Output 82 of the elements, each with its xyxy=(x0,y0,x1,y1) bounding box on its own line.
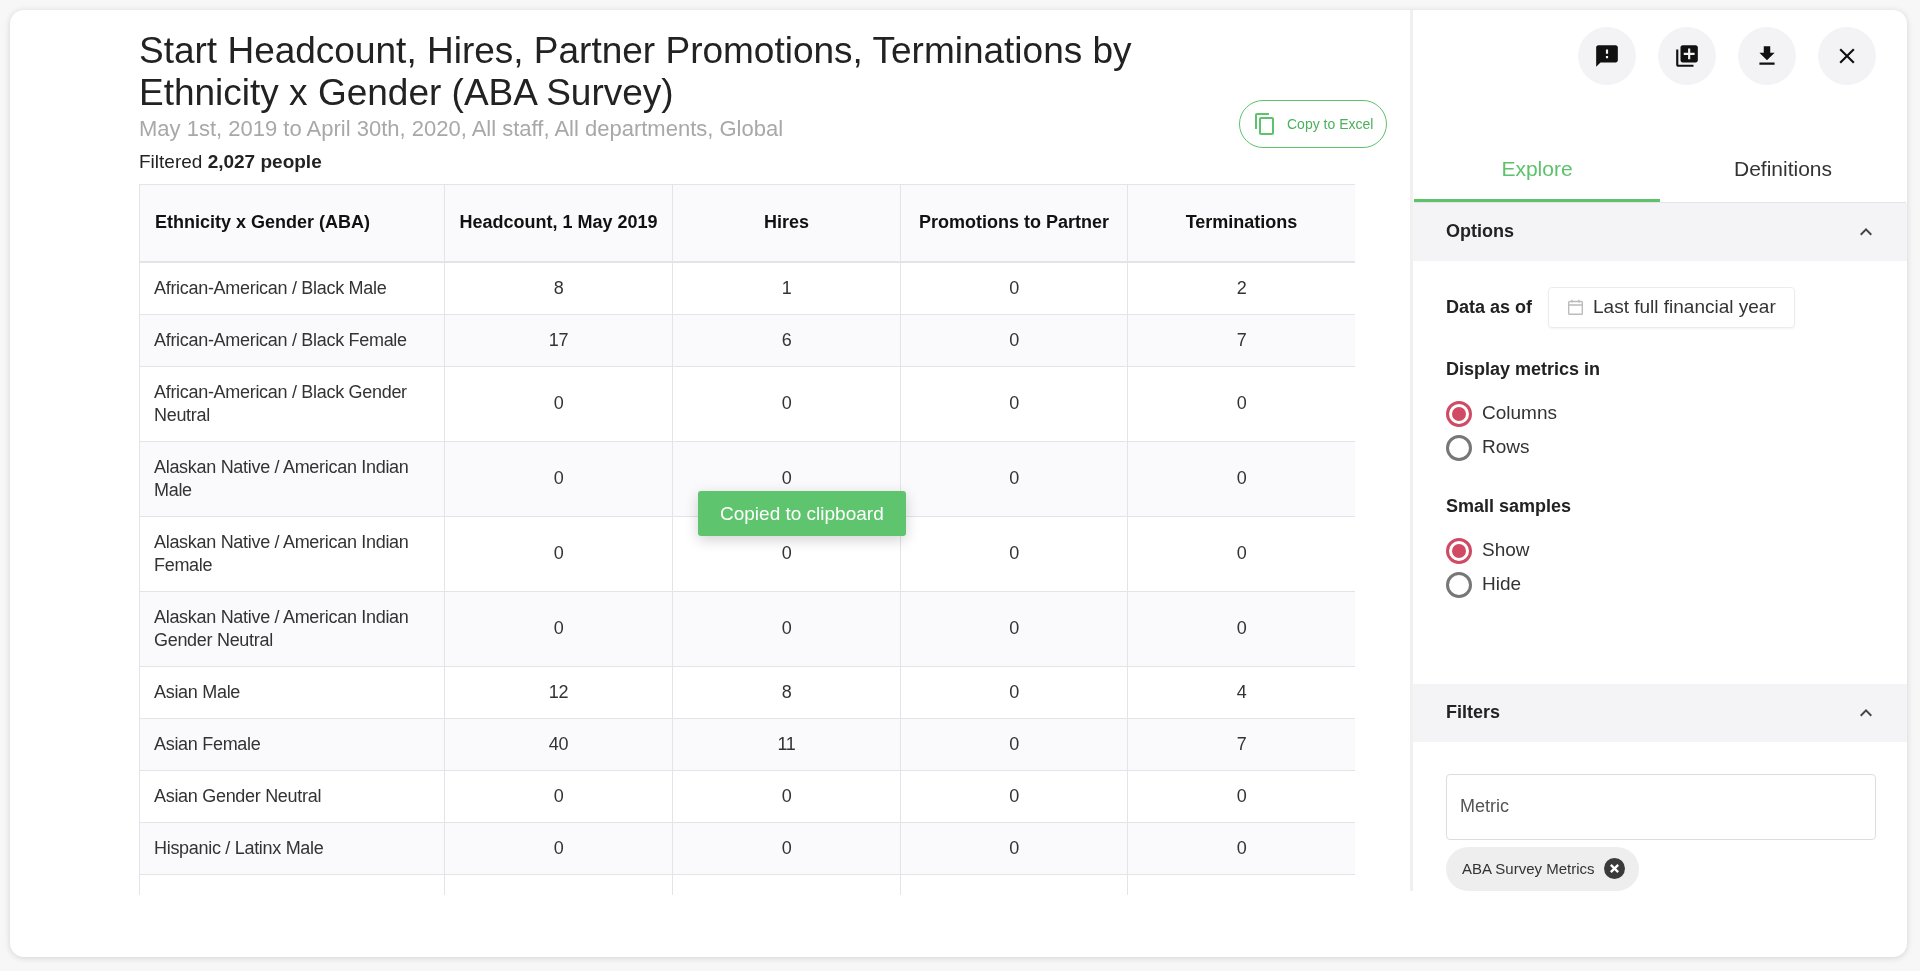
metric-field[interactable]: Metric xyxy=(1446,774,1876,840)
table-cell: 0 xyxy=(1009,618,1019,638)
add-icon xyxy=(1674,43,1700,69)
table-cell: Asian Male xyxy=(154,681,241,702)
table-cell: Alaskan Native / American Indian Female xyxy=(154,531,409,575)
table-cell: 12 xyxy=(548,681,569,702)
table-cell: 7 xyxy=(1236,329,1247,350)
table-cell: African-American / Black Female xyxy=(154,329,407,350)
table-cell: 0 xyxy=(553,785,564,806)
date-picker[interactable]: Last full financial year xyxy=(1548,286,1795,328)
table-cell: 0 xyxy=(1009,468,1019,488)
table-cell: 0 xyxy=(1236,393,1247,413)
table-cell: 0 xyxy=(553,618,564,638)
radio-option[interactable]: Hide xyxy=(1446,567,1522,602)
table-cell: African-American / Black Male xyxy=(154,277,387,298)
table-cell: 0 xyxy=(1009,733,1019,754)
table-cell: 0 xyxy=(781,468,792,488)
column-header: Terminations xyxy=(1127,184,1355,262)
table-cell: 0 xyxy=(1009,785,1019,806)
table-cell: Asian Female xyxy=(154,733,261,754)
filters-header[interactable]: Filters xyxy=(1413,684,1907,742)
option-group-label: Display metrics in xyxy=(1446,357,1602,381)
table-cell: Hispanic / Latinx Male xyxy=(154,837,324,858)
table-cell: 0 xyxy=(1236,543,1247,563)
calendar-icon xyxy=(1567,297,1585,317)
table-cell: Alaskan Native / American Indian Gender Neutral xyxy=(154,606,409,650)
options-header[interactable]: Options xyxy=(1413,203,1907,261)
table-cell: 1 xyxy=(781,277,792,298)
table-cell: 6 xyxy=(781,329,792,350)
column-header: Promotions to Partner xyxy=(900,184,1128,262)
radio-button[interactable] xyxy=(1446,571,1472,598)
table-cell: 0 xyxy=(1236,785,1247,806)
table-cell: 0 xyxy=(781,618,792,638)
column-header: Ethnicity x Gender (ABA) xyxy=(139,184,445,262)
table-cell: 0 xyxy=(553,837,564,858)
table-cell: 40 xyxy=(548,733,569,754)
remove-icon[interactable] xyxy=(1603,858,1625,880)
table-cell: 0 xyxy=(553,393,564,413)
radio-option[interactable]: Rows xyxy=(1446,430,1530,465)
table-cell: 0 xyxy=(1009,837,1019,858)
radio-option[interactable]: Columns xyxy=(1446,396,1557,431)
table-cell: 0 xyxy=(1009,393,1019,413)
report-title: Start Headcount, Hires, Partner Promotions, Terminations by Ethnicity x Gender (ABA Survey) xyxy=(139,30,1133,114)
table-cell: 2 xyxy=(1236,277,1247,298)
table-cell: 8 xyxy=(781,681,792,702)
radio-button[interactable] xyxy=(1446,537,1472,564)
table-cell: 17 xyxy=(548,329,569,350)
radio-option[interactable]: Show xyxy=(1446,533,1530,568)
copied-toast: Copied to clipboard xyxy=(698,490,906,536)
radio-button[interactable] xyxy=(1446,434,1472,461)
clipboard-icon xyxy=(1253,112,1277,136)
table-cell: 0 xyxy=(1009,681,1019,702)
table-cell: 0 xyxy=(781,543,792,563)
table-cell: 0 xyxy=(1236,468,1247,488)
data-as-of-label: Data as of xyxy=(1446,295,1533,319)
table-cell: 0 xyxy=(781,393,792,413)
table-cell: 0 xyxy=(781,785,792,806)
table-cell: 0 xyxy=(1236,837,1247,858)
table-cell: 0 xyxy=(1236,618,1247,638)
filtered-count: 2,027 people xyxy=(207,151,322,172)
report-subtitle: May 1st, 2019 to April 30th, 2020, All staff, All departments, Global xyxy=(139,115,785,143)
table-cell: Asian Gender Neutral xyxy=(154,785,322,806)
radio-button[interactable] xyxy=(1446,400,1472,427)
column-header: Hires xyxy=(672,184,901,262)
feedback-icon xyxy=(1594,43,1620,69)
table-cell: 0 xyxy=(1009,277,1019,298)
table-cell: 7 xyxy=(1236,733,1247,754)
table-cell: 0 xyxy=(1009,543,1019,563)
table-cell: 4 xyxy=(1236,681,1247,702)
table-cell: 8 xyxy=(553,277,564,298)
table-cell: African-American / Black Gender Neutral xyxy=(154,381,407,425)
filter-chip[interactable]: ABA Survey Metrics xyxy=(1446,847,1639,891)
filtered-label: Filtered xyxy=(139,151,203,172)
table-cell: Alaskan Native / American Indian Male xyxy=(154,456,409,500)
table-cell: 0 xyxy=(553,543,564,563)
table-cell: 0 xyxy=(553,468,564,488)
panel-tab[interactable]: Definitions xyxy=(1660,138,1906,202)
table-cell: 0 xyxy=(1009,329,1019,350)
column-header: Headcount, 1 May 2019 xyxy=(444,184,673,262)
option-group-label: Small samples xyxy=(1446,494,1573,518)
table-cell: 11 xyxy=(777,733,796,754)
table-cell: 0 xyxy=(781,837,792,858)
